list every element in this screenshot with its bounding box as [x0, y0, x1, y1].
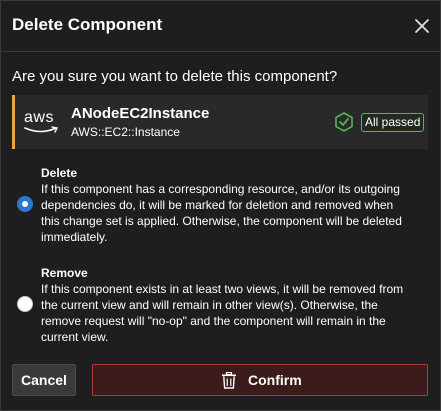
confirm-button[interactable]: Confirm [92, 364, 428, 396]
status-badge: All passed [361, 113, 425, 132]
remove-radio[interactable] [17, 296, 33, 312]
delete-component-dialog: Delete Component Are you sure you want t… [0, 0, 441, 411]
option-title: Remove [41, 266, 88, 280]
option-description: If this component has a corresponding re… [41, 182, 402, 244]
close-icon[interactable] [413, 17, 431, 35]
component-type: AWS::EC2::Instance [71, 125, 180, 139]
aws-smile-icon [24, 126, 59, 133]
dialog-title: Delete Component [12, 15, 163, 34]
component-card: aws ANodeEC2Instance AWS::EC2::Instance … [12, 95, 428, 149]
delete-radio[interactable] [17, 196, 33, 212]
cancel-button[interactable]: Cancel [12, 364, 76, 396]
check-hexagon-icon [335, 112, 353, 132]
component-name: ANodeEC2Instance [71, 105, 210, 122]
confirm-label: Confirm [248, 372, 302, 388]
aws-logo-text: aws [24, 109, 54, 126]
option-description: If this component exists in at least two… [41, 282, 404, 344]
aws-logo: aws [24, 109, 60, 135]
dialog-header: Delete Component [1, 1, 440, 52]
option-title: Delete [41, 166, 78, 180]
trash-icon [222, 372, 236, 389]
confirmation-question: Are you sure you want to delete this com… [12, 68, 338, 85]
